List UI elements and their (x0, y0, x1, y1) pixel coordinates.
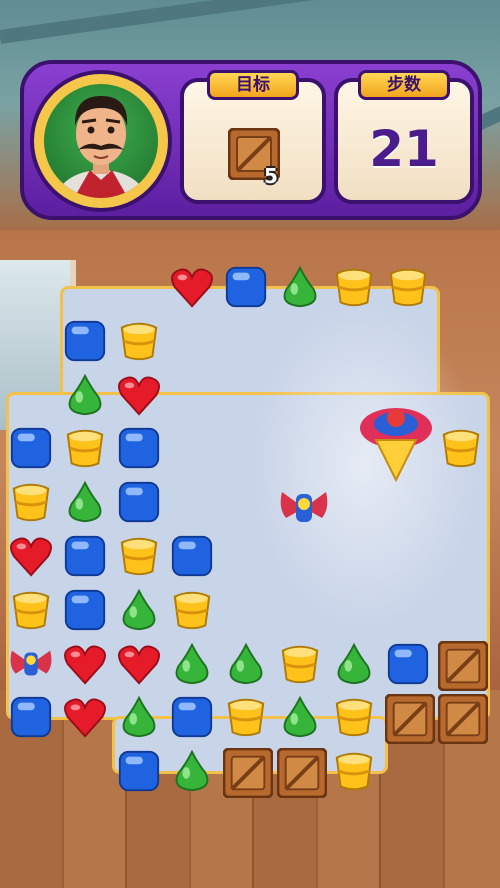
propeller-icon (280, 492, 328, 522)
honey-pot-icon[interactable] (223, 694, 277, 748)
blue-jelly-icon[interactable] (62, 587, 116, 641)
blue-jelly-icon[interactable] (62, 318, 116, 372)
wooden-crate-icon[interactable] (437, 640, 492, 695)
pear-icon[interactable] (169, 641, 223, 695)
heart-icon[interactable] (62, 641, 116, 695)
wooden-crate-icon[interactable] (437, 693, 492, 748)
honey-pot-icon[interactable] (438, 425, 492, 479)
wooden-crate-icon[interactable] (276, 747, 331, 802)
heart-icon[interactable] (8, 533, 62, 587)
heart-icon[interactable] (116, 372, 170, 426)
blue-jelly-icon[interactable] (116, 425, 170, 479)
heart-icon[interactable] (62, 694, 116, 748)
pear-icon[interactable] (116, 587, 170, 641)
honey-pot-icon[interactable] (8, 479, 62, 533)
blue-jelly-icon[interactable] (169, 694, 223, 748)
pear-icon[interactable] (277, 694, 331, 748)
blue-jelly-icon[interactable] (116, 748, 170, 802)
spinning-top-icon (360, 408, 432, 483)
blue-jelly-icon[interactable] (116, 479, 170, 533)
honey-pot-icon[interactable] (8, 587, 62, 641)
pear-icon[interactable] (169, 748, 223, 802)
honey-pot-icon[interactable] (331, 694, 385, 748)
pear-icon[interactable] (223, 641, 277, 695)
honey-pot-icon[interactable] (169, 587, 223, 641)
honey-pot-icon[interactable] (277, 641, 331, 695)
honey-pot-icon[interactable] (331, 264, 385, 318)
heart-icon[interactable] (116, 641, 170, 695)
honey-pot-icon[interactable] (116, 533, 170, 587)
heart-icon[interactable] (169, 264, 223, 318)
pear-icon[interactable] (331, 641, 385, 695)
propeller-icon[interactable] (8, 641, 62, 695)
blue-jelly-icon[interactable] (223, 264, 277, 318)
wooden-crate-icon[interactable] (384, 693, 439, 748)
pear-icon[interactable] (62, 479, 116, 533)
honey-pot-icon[interactable] (331, 748, 385, 802)
blue-jelly-icon[interactable] (169, 533, 223, 587)
honey-pot-icon[interactable] (116, 318, 170, 372)
pear-icon[interactable] (62, 372, 116, 426)
blue-jelly-icon[interactable] (8, 694, 62, 748)
pear-icon[interactable] (277, 264, 331, 318)
pear-icon[interactable] (116, 694, 170, 748)
honey-pot-icon[interactable] (62, 425, 116, 479)
wooden-crate-icon[interactable] (222, 747, 277, 802)
blue-jelly-icon[interactable] (62, 533, 116, 587)
blue-jelly-icon[interactable] (385, 641, 439, 695)
blue-jelly-icon[interactable] (8, 425, 62, 479)
honey-pot-icon[interactable] (385, 264, 439, 318)
